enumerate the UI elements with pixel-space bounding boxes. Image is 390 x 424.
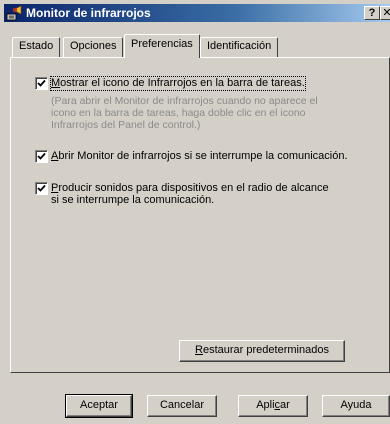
tray-hint-line-2: icono en la barra de tareas, haga doble … [51,107,306,119]
checkmark-icon [37,184,46,192]
accept-button[interactable]: Aceptar [65,394,133,418]
mnemonic-m: M [51,77,61,89]
restore-defaults-button[interactable]: Restaurar predeterminados [179,340,345,362]
play-sounds-checkbox[interactable] [35,182,48,195]
preferences-panel: Mostrar el icono de Infrarrojos en la ba… [10,57,390,373]
show-tray-icon-label[interactable]: Mostrar el icono de Infrarrojos en la ba… [50,76,306,91]
checkmark-icon [37,152,46,160]
tab-label: Identificación [207,40,272,52]
window-title: Monitor de infrarrojos [26,6,151,20]
tray-hint-line-3: Infrarrojos del Panel de control.) [51,119,201,131]
tab-label: Opciones [70,40,117,52]
infrared-monitor-icon [6,5,22,21]
tab-identificacion[interactable]: Identificación [200,37,279,57]
cancel-button[interactable]: Cancelar [147,395,217,417]
tab-label: Preferencias [131,38,193,50]
close-button[interactable]: ✕ [380,6,390,20]
tab-estado[interactable]: Estado [12,37,61,57]
close-icon: ✕ [382,7,390,19]
checkmark-icon [37,79,46,87]
open-on-interrupt-checkbox[interactable] [35,150,48,163]
help-dialog-button[interactable]: Ayuda [322,395,390,417]
tab-preferencias[interactable]: Preferencias [124,34,200,58]
button-label: estaurar predeterminados [202,344,329,356]
button-label-part: Apli [256,399,275,411]
properties-dialog: Monitor de infrarrojos ? ✕ Estado Opcion… [0,0,390,424]
title-bar[interactable]: Monitor de infrarrojos ? ✕ [4,4,390,22]
label-text: roducir sonidos para dispositivos en el … [58,182,329,194]
tray-hint-line-1: (Para abrir el Monitor de infrarrojos cu… [51,95,318,107]
button-label: Ayuda [340,399,372,411]
show-tray-icon-checkbox[interactable] [35,77,48,90]
button-label: Cancelar [159,399,205,411]
button-label-part: ar [280,399,290,411]
apply-button[interactable]: Aplicar [238,395,308,417]
mnemonic-r: R [195,344,203,356]
label-text: brir Monitor de infrarrojos si se interr… [58,150,348,162]
label-text: ostrar el icono de Infrarrojos en la bar… [60,77,305,89]
button-label: Aceptar [80,399,118,411]
open-on-interrupt-label[interactable]: Abrir Monitor de infrarrojos si se inter… [51,150,348,163]
tab-label: Estado [19,40,54,52]
play-sounds-label-line2: si se interrumpe la comunicación. [51,194,215,206]
help-button[interactable]: ? [364,6,380,20]
tab-opciones[interactable]: Opciones [63,37,124,57]
